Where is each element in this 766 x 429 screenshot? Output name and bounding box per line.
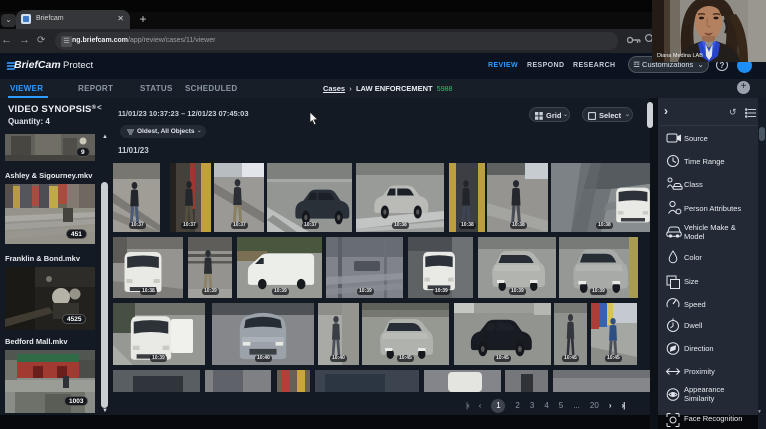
svg-text:Diana Medina LAB: Diana Medina LAB [657, 53, 703, 59]
